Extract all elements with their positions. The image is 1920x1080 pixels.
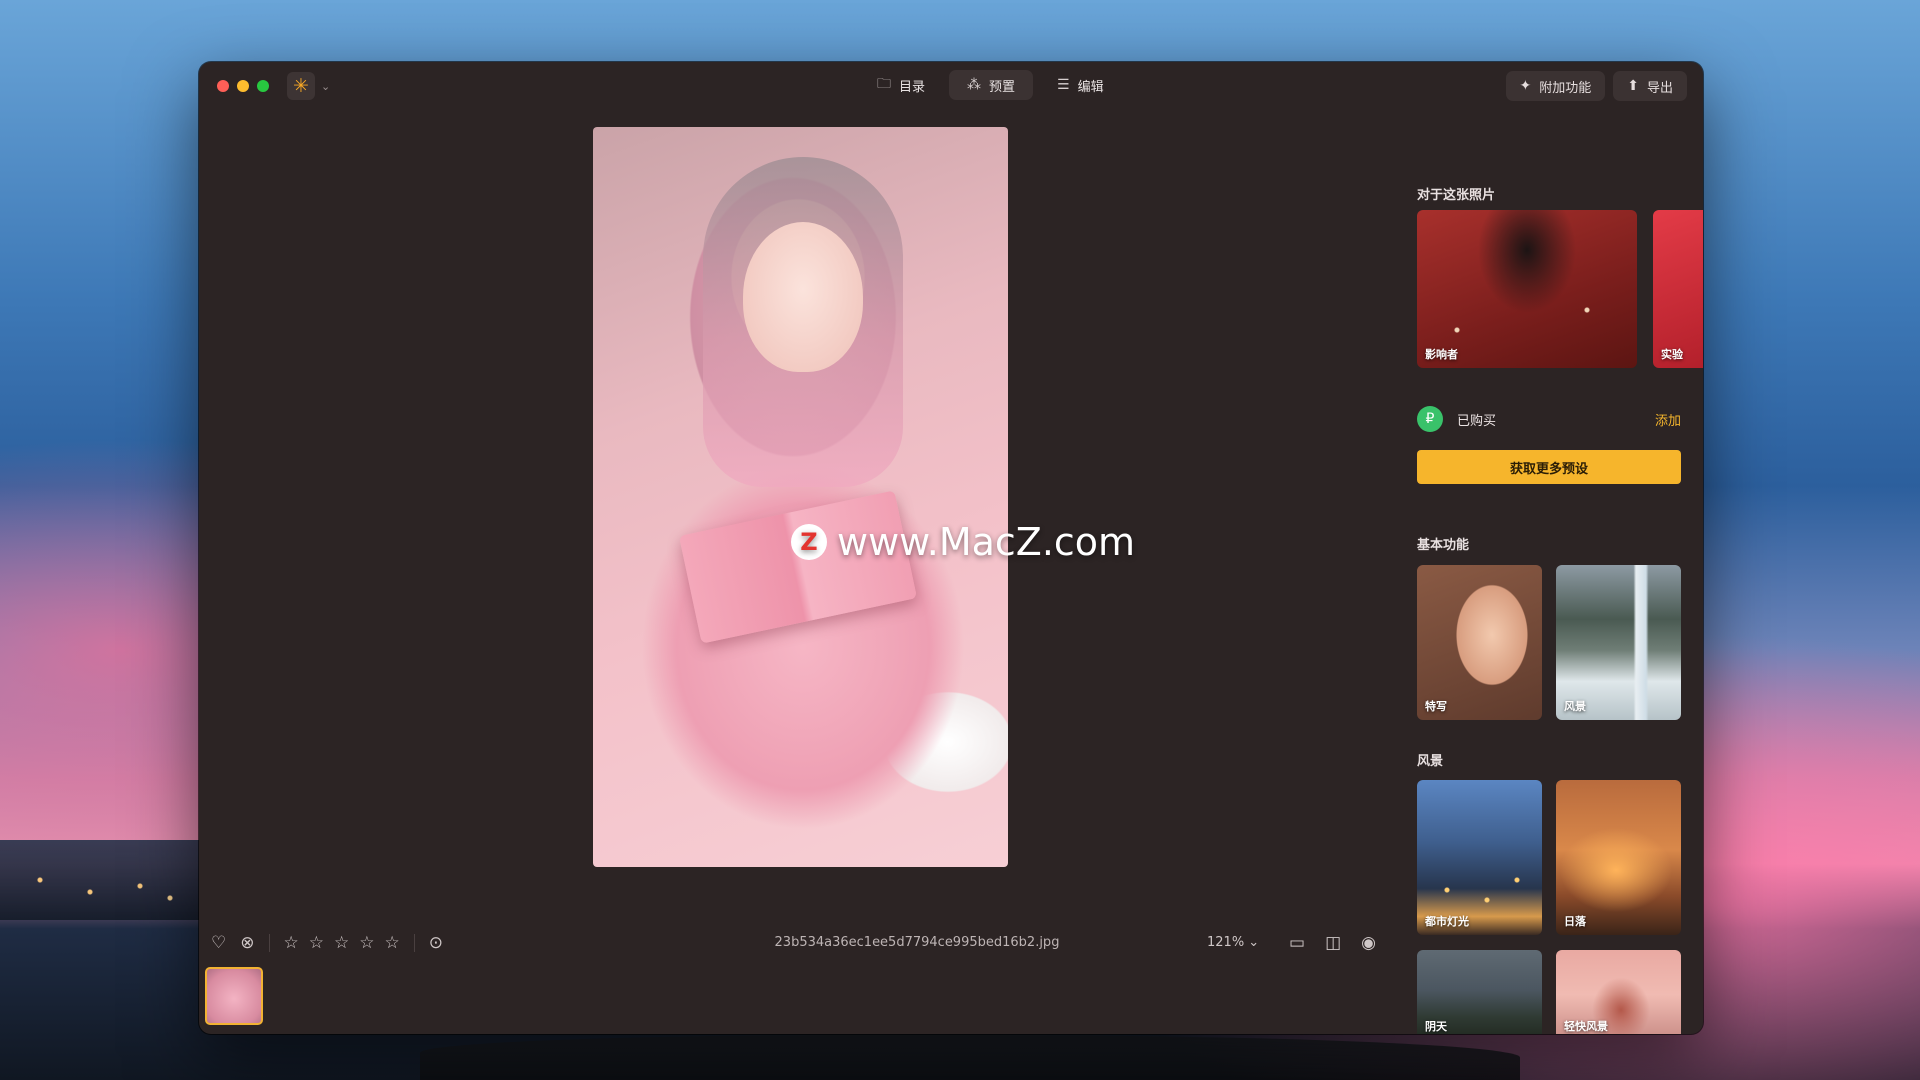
- preset-card-label: 阴天: [1425, 1020, 1447, 1033]
- close-window-button[interactable]: [217, 80, 229, 92]
- filename: 23b534a36ec1ee5d7794ce995bed16b2.jpg: [774, 935, 1060, 950]
- desktop-rocks: [420, 1035, 1520, 1080]
- window-controls: [217, 80, 269, 92]
- preset-card-label: 风景: [1564, 700, 1586, 713]
- zoom-window-button[interactable]: [257, 80, 269, 92]
- presets-panel: 对于这张照片 影响者 实验 ₽ 已购买 添加 获取更多预设 基本功能 特写 风景…: [1417, 110, 1703, 1034]
- preset-card-label: 影响者: [1425, 348, 1458, 361]
- preset-card-label: 日落: [1564, 915, 1586, 928]
- tab-edit[interactable]: ☰ 编辑: [1039, 70, 1122, 100]
- watermark: Z www.MacZ.com: [791, 520, 1135, 564]
- star-icon[interactable]: ☆: [309, 933, 324, 953]
- add-link[interactable]: 添加: [1655, 410, 1681, 429]
- sparkle-icon: ✦: [1519, 78, 1532, 94]
- divider: [268, 934, 270, 952]
- photo-book: [678, 490, 918, 644]
- watermark-logo-icon: Z: [791, 524, 827, 560]
- about-photo-title: 对于这张照片: [1417, 188, 1496, 203]
- tab-presets[interactable]: ⁂ 预置: [949, 70, 1034, 100]
- preset-card-sunset[interactable]: 日落: [1556, 780, 1681, 935]
- preset-card-label: 特写: [1425, 700, 1447, 713]
- addons-button[interactable]: ✦ 附加功能: [1505, 71, 1606, 101]
- preset-card-experiment[interactable]: 实验: [1653, 210, 1703, 368]
- chevron-down-icon[interactable]: ⌄: [321, 80, 330, 93]
- landscape-section-title: 风景: [1417, 754, 1444, 769]
- export-label: 导出: [1646, 80, 1673, 96]
- filmstrip-icon[interactable]: ▭: [1289, 933, 1305, 953]
- preset-card-label: 实验: [1661, 348, 1683, 361]
- title-bar: ✳ ⌄ 🗀 目录 ⁂ 预置 ☰ 编辑 ✦ 附加功能 ⬆ 导出: [199, 62, 1703, 110]
- minimize-window-button[interactable]: [237, 80, 249, 92]
- preset-card-city-lights[interactable]: 都市灯光: [1417, 780, 1542, 935]
- main-photo[interactable]: [593, 127, 1008, 867]
- export-button[interactable]: ⬆ 导出: [1613, 71, 1687, 101]
- filmstrip-thumbnail[interactable]: [205, 967, 263, 1025]
- star-icon[interactable]: ☆: [284, 933, 299, 953]
- watermark-text: www.MacZ.com: [837, 520, 1136, 564]
- compare-icon[interactable]: ◫: [1325, 933, 1341, 953]
- preset-card-closeup[interactable]: 特写: [1417, 565, 1542, 720]
- tab-label: 编辑: [1077, 79, 1104, 95]
- viewer-toolbar: ♡ ⊗ ☆ ☆ ☆ ☆ ☆ ⊙ 23b534a36ec1ee5d7794ce99…: [199, 928, 1387, 958]
- purchased-row: ₽ 已购买 添加: [1417, 406, 1681, 432]
- get-more-presets-button[interactable]: 获取更多预设: [1417, 450, 1681, 484]
- preset-card-label: 轻快风景: [1564, 1020, 1608, 1033]
- app-menu-button[interactable]: ✳: [287, 72, 315, 100]
- preset-card-light-landscape[interactable]: 轻快风景: [1556, 950, 1681, 1034]
- star-icon[interactable]: ☆: [385, 933, 400, 953]
- basic-functions-title: 基本功能: [1417, 538, 1470, 553]
- sparkle-wand-icon: ⁂: [967, 77, 982, 93]
- app-window: ✳ ⌄ 🗀 目录 ⁂ 预置 ☰ 编辑 ✦ 附加功能 ⬆ 导出 Z www.Mac…: [199, 62, 1703, 1034]
- tab-label: 目录: [899, 79, 926, 95]
- preset-card-landscape[interactable]: 风景: [1556, 565, 1681, 720]
- preset-card-label: 都市灯光: [1425, 915, 1469, 928]
- star-icon[interactable]: ☆: [359, 933, 374, 953]
- tab-label: 预置: [989, 79, 1016, 95]
- addons-label: 附加功能: [1539, 80, 1592, 96]
- view-controls: ▭ ◫ ◉: [1289, 928, 1376, 958]
- eye-icon[interactable]: ◉: [1361, 933, 1376, 953]
- photo-face: [743, 222, 863, 372]
- luminar-logo-icon: ✳: [293, 75, 309, 97]
- zoom-value: 121%: [1207, 935, 1245, 950]
- upload-icon: ⬆: [1627, 78, 1639, 94]
- folder-icon: 🗀: [877, 76, 891, 92]
- mode-tabs: 🗀 目录 ⁂ 预置 ☰ 编辑: [859, 70, 1122, 100]
- top-actions: ✦ 附加功能 ⬆ 导出: [1505, 71, 1687, 101]
- star-icon[interactable]: ☆: [334, 933, 349, 953]
- preset-card-overcast[interactable]: 阴天: [1417, 950, 1542, 1034]
- preset-card-influencer[interactable]: 影响者: [1417, 210, 1637, 368]
- zoom-select[interactable]: 121% ⌄: [1207, 928, 1259, 958]
- heart-icon[interactable]: ♡: [211, 933, 226, 953]
- desktop-city-lights: [0, 840, 200, 920]
- purchased-label: 已购买: [1457, 413, 1497, 429]
- reject-icon[interactable]: ⊗: [240, 933, 254, 953]
- divider: [413, 934, 415, 952]
- tab-catalog[interactable]: 🗀 目录: [859, 70, 943, 100]
- more-options-icon[interactable]: ⊙: [429, 933, 443, 953]
- purchased-badge-icon: ₽: [1417, 406, 1443, 432]
- sliders-icon: ☰: [1057, 77, 1070, 93]
